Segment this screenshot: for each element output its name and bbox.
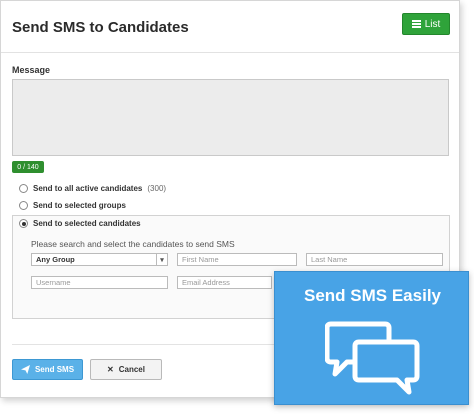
radio-button[interactable] — [19, 184, 28, 193]
promo-title: Send SMS Easily — [304, 286, 441, 305]
radio-all-candidates[interactable]: Send to all active candidates (300) — [19, 184, 166, 193]
first-name-field[interactable]: First Name — [177, 253, 297, 266]
close-icon: ✕ — [107, 365, 114, 374]
search-hint-text: Please search and select the candidates … — [31, 239, 235, 249]
send-sms-label: Send SMS — [34, 365, 75, 374]
username-field[interactable]: Username — [31, 276, 168, 289]
radio-button[interactable] — [19, 201, 28, 210]
chevron-down-icon[interactable]: ▾ — [156, 254, 167, 265]
list-button-label: List — [424, 18, 441, 30]
group-select-value: Any Group — [36, 255, 75, 264]
promo-banner: Send SMS Easily — [274, 271, 469, 405]
radio-button-checked[interactable] — [19, 219, 28, 228]
send-sms-button[interactable]: Send SMS — [12, 359, 83, 380]
cancel-button[interactable]: ✕ Cancel — [90, 359, 162, 380]
candidate-count: (300) — [147, 184, 167, 193]
last-name-field[interactable]: Last Name — [306, 253, 443, 266]
list-icon — [411, 20, 421, 28]
last-name-placeholder: Last Name — [311, 255, 348, 264]
paper-plane-icon — [20, 365, 30, 374]
email-placeholder: Email Address — [182, 278, 230, 287]
username-placeholder: Username — [36, 278, 71, 287]
list-button[interactable]: List — [402, 13, 450, 35]
chat-bubbles-icon — [325, 321, 420, 395]
first-name-placeholder: First Name — [182, 255, 219, 264]
cancel-label: Cancel — [118, 365, 145, 374]
radio-label: Send to selected candidates — [33, 219, 141, 228]
message-label: Message — [12, 65, 51, 75]
message-textarea[interactable] — [12, 79, 449, 156]
radio-label: Send to all active candidates — [33, 184, 143, 193]
page-title: Send SMS to Candidates — [12, 19, 189, 36]
radio-selected-candidates[interactable]: Send to selected candidates — [19, 219, 141, 228]
email-field[interactable]: Email Address — [177, 276, 272, 289]
radio-selected-groups[interactable]: Send to selected groups — [19, 201, 126, 210]
panel-header: Send SMS to Candidates List — [1, 1, 459, 53]
character-counter-badge: 0 / 140 — [12, 161, 44, 173]
group-select[interactable]: Any Group ▾ — [31, 253, 168, 266]
radio-label: Send to selected groups — [33, 201, 126, 210]
